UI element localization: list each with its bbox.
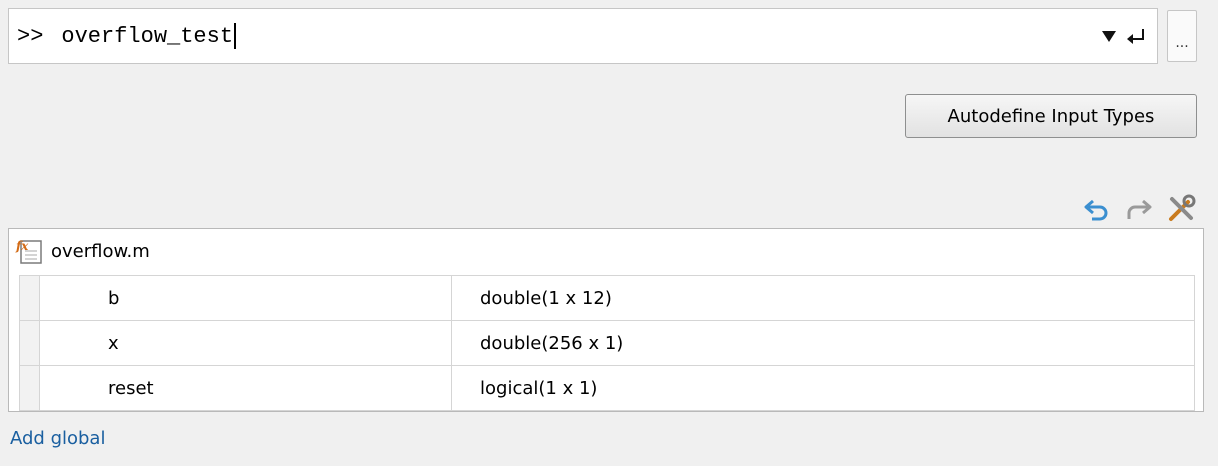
variable-type[interactable]: double(1 x 12) bbox=[451, 275, 1195, 321]
file-row[interactable]: fx overflow.m bbox=[9, 229, 1203, 273]
add-global-link[interactable]: Add global bbox=[10, 428, 105, 449]
variable-name[interactable]: b bbox=[39, 275, 452, 321]
row-gutter bbox=[19, 365, 40, 411]
variable-type[interactable]: double(256 x 1) bbox=[451, 320, 1195, 366]
settings-tools-icon[interactable] bbox=[1164, 192, 1198, 226]
variables-table: b double(1 x 12) x double(256 x 1) reset… bbox=[19, 275, 1195, 411]
file-name: overflow.m bbox=[51, 240, 150, 262]
enter-icon[interactable] bbox=[1123, 22, 1151, 50]
table-row[interactable]: reset logical(1 x 1) bbox=[19, 365, 1195, 411]
type-toolbar bbox=[1080, 192, 1198, 226]
variable-name[interactable]: x bbox=[39, 320, 452, 366]
undo-icon[interactable] bbox=[1080, 192, 1114, 226]
history-dropdown-icon[interactable] bbox=[1095, 22, 1123, 50]
variable-name[interactable]: reset bbox=[39, 365, 452, 411]
row-gutter bbox=[19, 275, 40, 321]
more-options-button[interactable]: ... bbox=[1167, 10, 1197, 62]
variable-type[interactable]: logical(1 x 1) bbox=[451, 365, 1195, 411]
input-types-panel: fx overflow.m b double(1 x 12) x double(… bbox=[8, 228, 1204, 412]
redo-icon[interactable] bbox=[1122, 192, 1156, 226]
function-file-icon: fx bbox=[15, 239, 42, 264]
autodefine-input-types-button[interactable]: Autodefine Input Types bbox=[905, 94, 1197, 138]
command-prompt: >> bbox=[17, 23, 44, 49]
table-row[interactable]: b double(1 x 12) bbox=[19, 275, 1195, 321]
row-gutter bbox=[19, 320, 40, 366]
command-text[interactable]: overflow_test bbox=[61, 24, 233, 49]
command-input[interactable]: >> overflow_test bbox=[8, 8, 1158, 64]
table-row[interactable]: x double(256 x 1) bbox=[19, 320, 1195, 366]
text-caret bbox=[234, 23, 237, 49]
svg-text:fx: fx bbox=[15, 239, 29, 253]
